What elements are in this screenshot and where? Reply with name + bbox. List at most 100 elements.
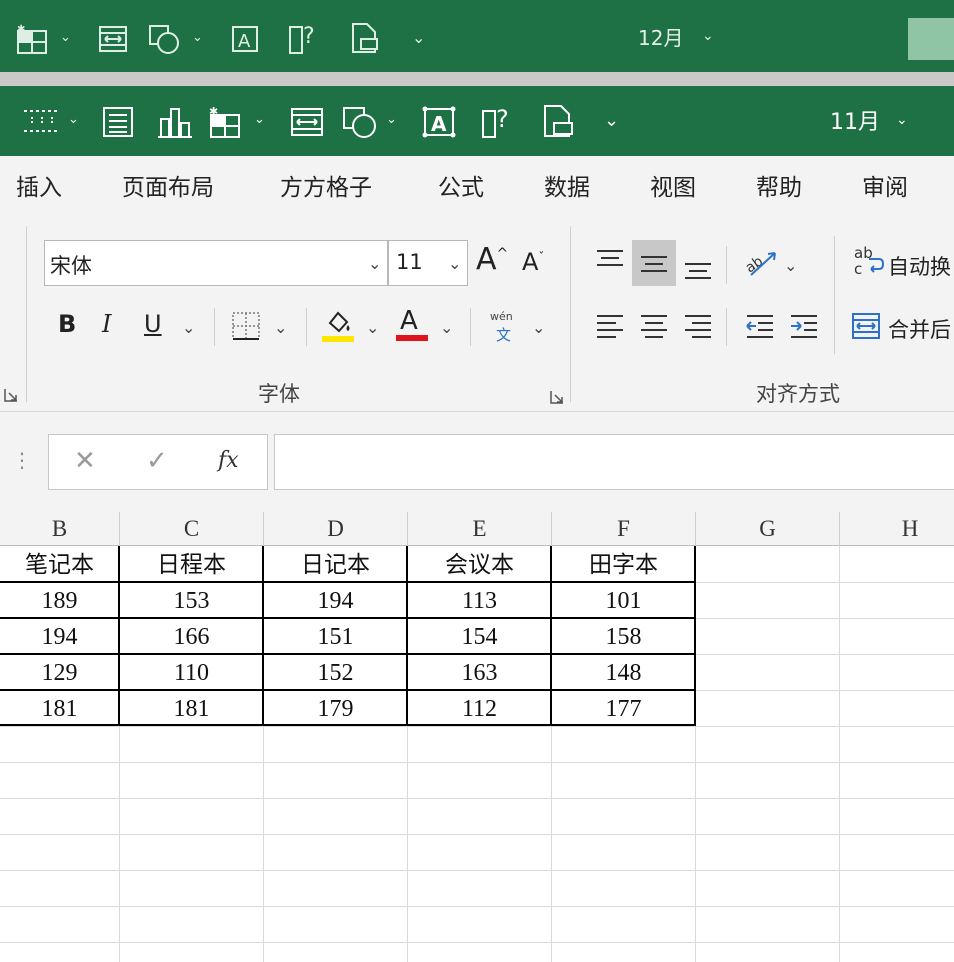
column-header-g[interactable]: G xyxy=(696,516,839,542)
fill-color-chevron-icon[interactable]: ⌄ xyxy=(366,318,379,337)
back-window-button[interactable] xyxy=(908,18,954,60)
table-cell[interactable]: 194 xyxy=(0,618,119,654)
table-cell[interactable]: 194 xyxy=(264,582,407,618)
align-left-icon[interactable] xyxy=(592,308,628,344)
column-header-b[interactable]: B xyxy=(0,516,119,542)
table-cell[interactable]: 151 xyxy=(264,618,407,654)
orientation-icon[interactable]: ab xyxy=(742,244,782,280)
text-box-icon[interactable]: A xyxy=(420,104,458,140)
insert-function-icon[interactable]: fx xyxy=(218,448,239,473)
merge-center-button[interactable]: 合并后 xyxy=(888,314,951,344)
back-table-style-icon[interactable]: ✱ xyxy=(14,22,50,56)
merge-center-icon[interactable] xyxy=(848,308,884,344)
table-cell[interactable]: 154 xyxy=(408,618,551,654)
phonetic-chevron-icon[interactable]: ⌄ xyxy=(532,318,545,337)
tab-ffcell[interactable]: 方方格子 xyxy=(280,168,372,202)
increase-indent-icon[interactable] xyxy=(786,308,822,344)
fill-color-icon[interactable] xyxy=(320,304,356,344)
table-header-cell[interactable]: 日记本 xyxy=(264,546,407,582)
align-right-icon[interactable] xyxy=(680,308,716,344)
tab-view[interactable]: 视图 xyxy=(650,168,696,202)
font-dialog-launcher-icon[interactable] xyxy=(548,388,566,406)
italic-button[interactable]: I xyxy=(102,310,111,338)
table-cell[interactable]: 166 xyxy=(120,618,263,654)
bold-button[interactable]: B xyxy=(58,310,76,338)
back-shapes-icon[interactable] xyxy=(146,22,182,56)
form-icon[interactable] xyxy=(100,104,136,140)
table-cell[interactable]: 112 xyxy=(408,690,551,726)
print-preview-icon[interactable] xyxy=(540,102,576,140)
tab-insert[interactable]: 插入 xyxy=(16,168,62,202)
table-cell[interactable]: 152 xyxy=(264,654,407,690)
table-cell[interactable]: 179 xyxy=(264,690,407,726)
decrease-indent-icon[interactable] xyxy=(742,308,778,344)
gridlines-icon[interactable] xyxy=(22,104,62,138)
tab-formulas[interactable]: 公式 xyxy=(438,168,484,202)
table-cell[interactable]: 181 xyxy=(0,690,119,726)
chevron-down-icon[interactable]: ⌄ xyxy=(386,112,397,127)
font-color-button[interactable]: A xyxy=(400,306,418,336)
tab-page-layout[interactable]: 页面布局 xyxy=(122,168,214,202)
column-header-h[interactable]: H xyxy=(840,516,954,542)
font-name-combobox[interactable] xyxy=(44,240,388,286)
title-chevron-icon[interactable]: ⌄ xyxy=(896,112,908,128)
font-color-chevron-icon[interactable]: ⌄ xyxy=(440,318,453,337)
shrink-font-button[interactable]: Aˇ xyxy=(522,248,544,276)
table-cell[interactable]: 110 xyxy=(120,654,263,690)
tab-review[interactable]: 审阅 xyxy=(862,168,908,202)
grow-font-button[interactable]: A^ xyxy=(476,242,508,277)
dialog-launcher-icon[interactable] xyxy=(2,386,20,404)
table-cell[interactable]: 148 xyxy=(552,654,695,690)
wrap-text-icon[interactable] xyxy=(864,254,886,278)
table-cell[interactable]: 181 xyxy=(120,690,263,726)
back-chevron-down-icon[interactable]: ⌄ xyxy=(192,30,203,45)
column-header-f[interactable]: F xyxy=(552,516,695,542)
table-header-cell[interactable]: 笔记本 xyxy=(0,546,119,582)
fit-width-icon[interactable] xyxy=(288,104,326,140)
back-print-preview-icon[interactable] xyxy=(348,20,382,56)
help-icon[interactable]: ? xyxy=(478,102,518,140)
orientation-chevron-icon[interactable]: ⌄ xyxy=(784,256,797,275)
column-header-c[interactable]: C xyxy=(120,516,263,542)
table-cell[interactable]: 129 xyxy=(0,654,119,690)
enter-icon[interactable]: ✓ xyxy=(146,446,168,476)
back-text-box-icon[interactable]: A xyxy=(228,22,262,56)
underline-button[interactable]: U xyxy=(144,310,162,338)
back-chevron-down-icon[interactable]: ⌄ xyxy=(60,30,71,45)
table-cell[interactable]: 163 xyxy=(408,654,551,690)
table-cell[interactable]: 177 xyxy=(552,690,695,726)
align-center-icon[interactable] xyxy=(636,308,672,344)
table-header-cell[interactable]: 会议本 xyxy=(408,546,551,582)
back-help-icon[interactable]: ? xyxy=(286,20,322,56)
align-bottom-icon[interactable] xyxy=(680,248,716,284)
font-name-chevron-icon[interactable]: ⌄ xyxy=(368,254,381,273)
bar-chart-icon[interactable] xyxy=(156,104,194,140)
chevron-down-icon[interactable]: ⌄ xyxy=(254,112,265,127)
table-cell[interactable]: 113 xyxy=(408,582,551,618)
table-cell[interactable]: 189 xyxy=(0,582,119,618)
table-cell[interactable]: 153 xyxy=(120,582,263,618)
table-header-cell[interactable]: 田字本 xyxy=(552,546,695,582)
shapes-icon[interactable] xyxy=(340,104,380,140)
column-header-d[interactable]: D xyxy=(264,516,407,542)
column-header-e[interactable]: E xyxy=(408,516,551,542)
back-fit-width-icon[interactable] xyxy=(96,22,130,56)
tab-help[interactable]: 帮助 xyxy=(756,168,802,202)
back-qa-more-icon[interactable]: ⌄ xyxy=(412,28,425,47)
table-style-icon[interactable]: ✱ xyxy=(206,104,244,140)
table-cell[interactable]: 101 xyxy=(552,582,695,618)
cancel-icon[interactable]: ✕ xyxy=(74,446,96,476)
align-top-icon[interactable] xyxy=(592,244,628,280)
tab-data[interactable]: 数据 xyxy=(544,168,590,202)
qa-more-icon[interactable]: ⌄ xyxy=(604,110,619,131)
back-title-chevron-icon[interactable]: ⌄ xyxy=(702,28,714,44)
borders-icon[interactable] xyxy=(228,308,264,344)
underline-chevron-icon[interactable]: ⌄ xyxy=(182,318,195,337)
chevron-down-icon[interactable]: ⌄ xyxy=(68,112,79,127)
borders-chevron-icon[interactable]: ⌄ xyxy=(274,318,287,337)
drag-handle-icon[interactable]: ⋮ xyxy=(12,448,32,472)
font-size-chevron-icon[interactable]: ⌄ xyxy=(448,254,461,273)
wrap-text-button[interactable]: 自动换 xyxy=(888,251,951,281)
table-cell[interactable]: 158 xyxy=(552,618,695,654)
table-header-cell[interactable]: 日程本 xyxy=(120,546,263,582)
